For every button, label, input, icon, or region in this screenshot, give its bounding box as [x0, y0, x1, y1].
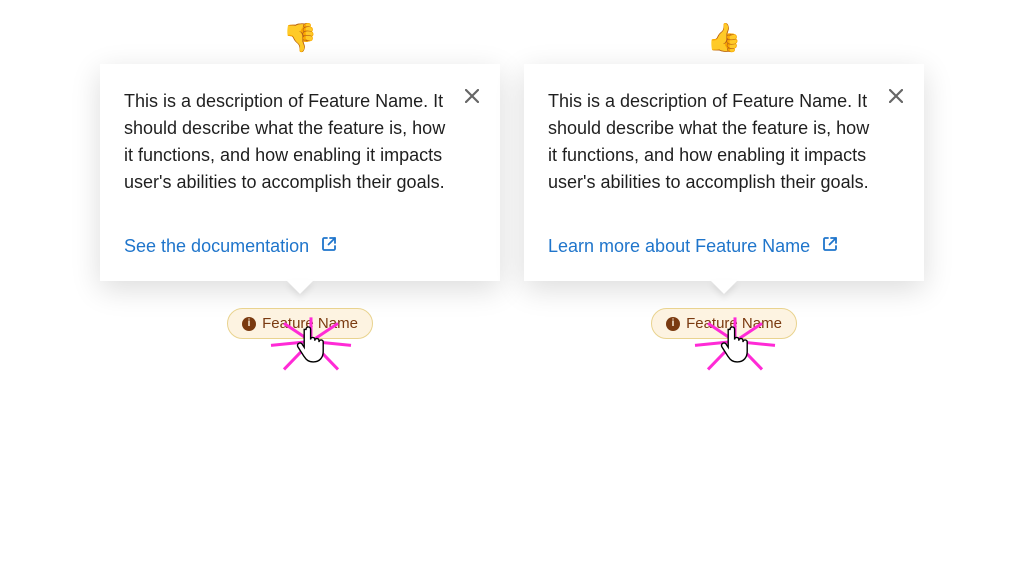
chip-label: Feature Name	[686, 315, 782, 332]
popover-card: This is a description of Feature Name. I…	[100, 64, 500, 281]
documentation-link[interactable]: See the documentation	[124, 236, 337, 257]
chip-label: Feature Name	[262, 315, 358, 332]
popover-description: This is a description of Feature Name. I…	[124, 88, 452, 196]
feature-chip[interactable]: i Feature Name	[651, 308, 797, 339]
popover-card: This is a description of Feature Name. I…	[524, 64, 924, 281]
thumbs-up-icon: 👍	[707, 24, 742, 52]
link-label: See the documentation	[124, 236, 309, 257]
popover-arrow	[286, 280, 314, 294]
close-icon[interactable]	[462, 86, 482, 106]
popover-description: This is a description of Feature Name. I…	[548, 88, 876, 196]
thumbs-down-icon: 👎	[283, 24, 318, 52]
example-good: 👍 This is a description of Feature Name.…	[524, 24, 924, 339]
learn-more-link[interactable]: Learn more about Feature Name	[548, 236, 838, 257]
external-link-icon	[321, 236, 337, 257]
info-icon: i	[666, 317, 680, 331]
feature-chip[interactable]: i Feature Name	[227, 308, 373, 339]
info-icon: i	[242, 317, 256, 331]
external-link-icon	[822, 236, 838, 257]
link-label: Learn more about Feature Name	[548, 236, 810, 257]
popover-arrow	[710, 280, 738, 294]
close-icon[interactable]	[886, 86, 906, 106]
example-bad: 👎 This is a description of Feature Name.…	[100, 24, 500, 339]
